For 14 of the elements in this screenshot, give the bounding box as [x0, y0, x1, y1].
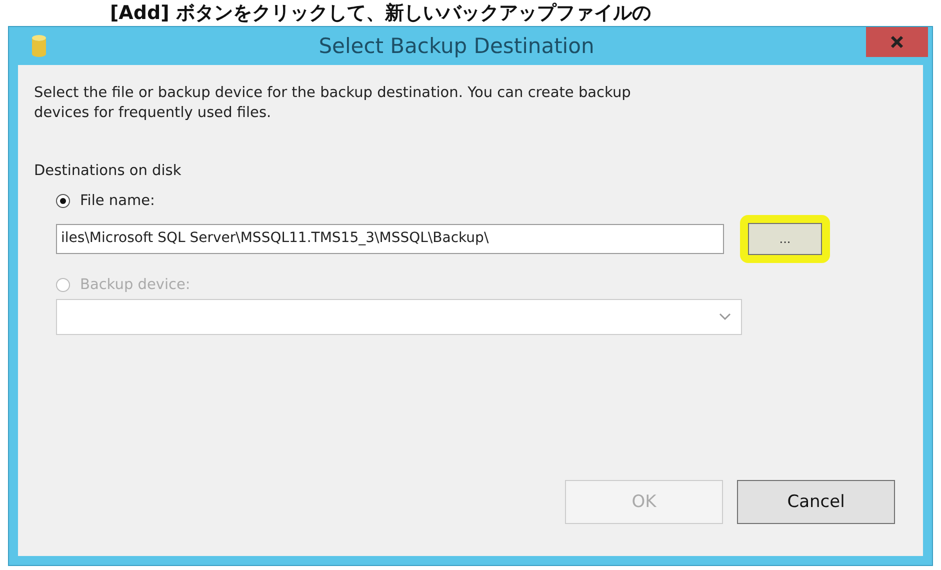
- radio-label: File name:: [80, 193, 155, 209]
- dialog-button[interactable]: Cancel: [737, 480, 895, 524]
- radio-button[interactable]: [56, 194, 70, 208]
- close-icon: [890, 35, 904, 49]
- chevron-down-icon: [719, 313, 731, 321]
- caption-text: [Add] ボタンをクリックして、新しいバックアップファイルの: [109, 1, 652, 26]
- radio-label: Backup device:: [80, 277, 190, 293]
- file-path-field[interactable]: iles\Microsoft SQL Server\MSSQL11.TMS15_3\MSSQL\Backup\: [56, 224, 724, 254]
- description-text: Select the file or backup device for the backup destination. You can create backup devices for frequently used files.: [34, 84, 632, 123]
- browse-button[interactable]: ...: [748, 223, 822, 255]
- group-label: Destinations on disk: [34, 163, 182, 179]
- window-title: Select Backup Destination: [318, 34, 596, 58]
- database-icon: [31, 34, 47, 58]
- close-button[interactable]: [866, 27, 928, 57]
